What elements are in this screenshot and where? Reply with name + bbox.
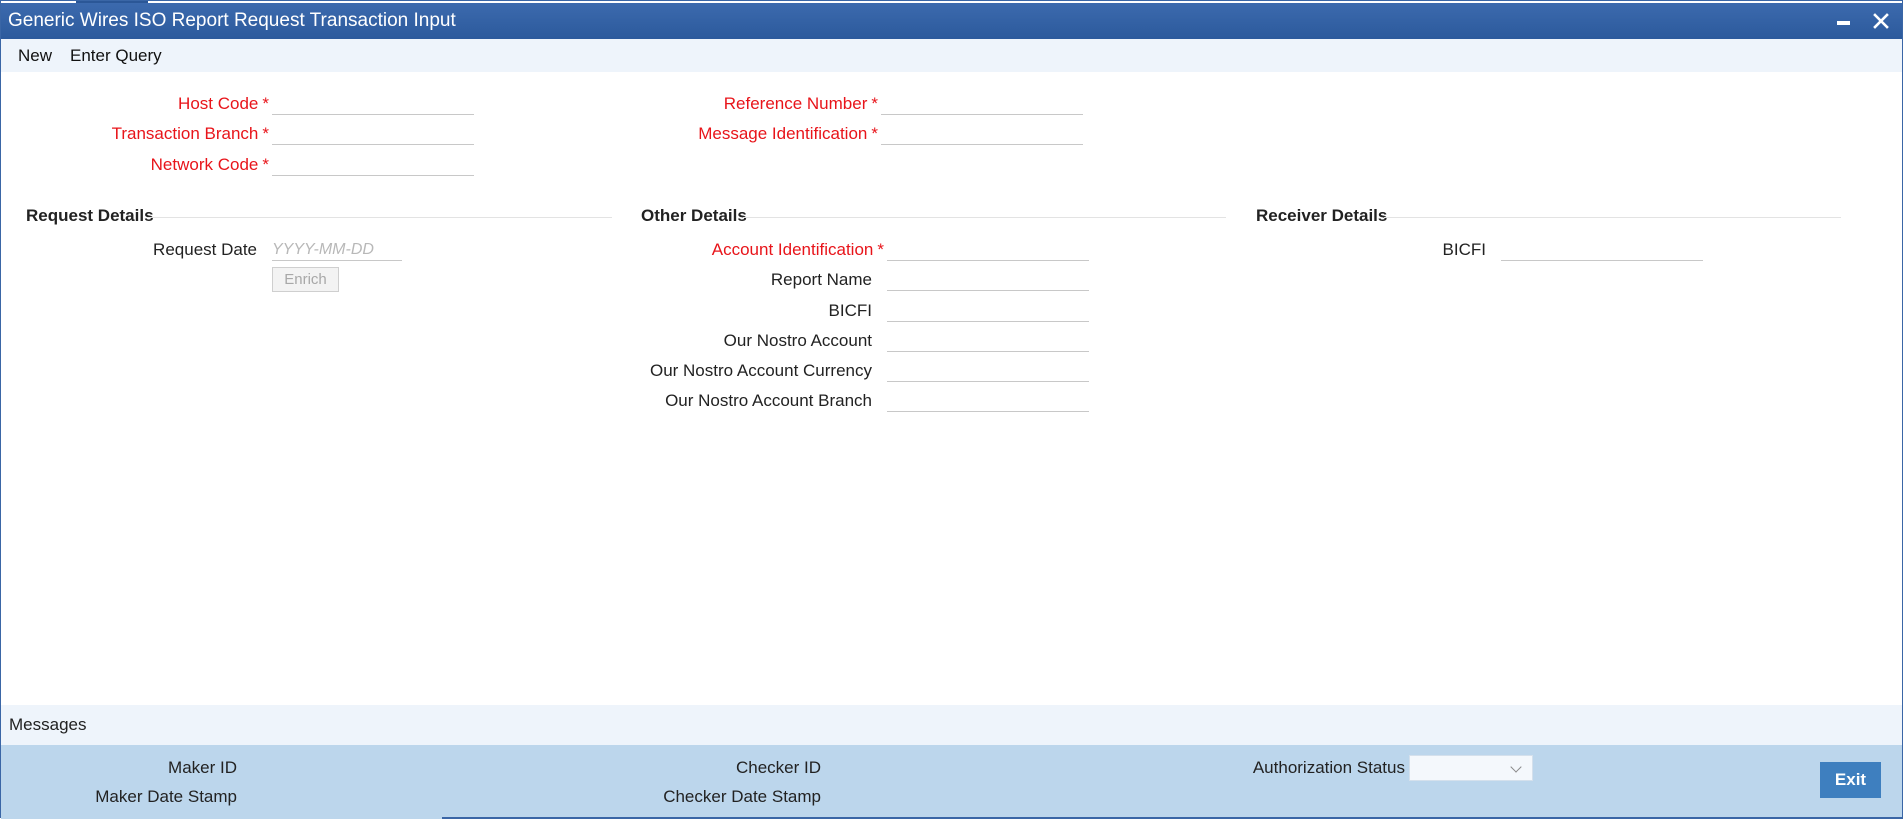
authorization-status-select[interactable] bbox=[1409, 755, 1533, 781]
reference-number-input[interactable] bbox=[881, 93, 1083, 115]
request-details-divider bbox=[148, 217, 612, 218]
authorization-status-label: Authorization Status bbox=[1252, 758, 1405, 777]
our-nostro-account-branch-label: Our Nostro Account Branch bbox=[665, 391, 872, 410]
checker-date-stamp-label: Checker Date Stamp bbox=[663, 787, 821, 806]
transaction-window: Generic Wires ISO Report Request Transac… bbox=[0, 0, 1903, 819]
chevron-down-icon bbox=[1510, 761, 1522, 773]
request-date-input[interactable] bbox=[272, 239, 402, 261]
messages-bar[interactable]: Messages bbox=[1, 705, 1902, 745]
message-identification-label: Message Identification * bbox=[698, 124, 878, 143]
account-identification-input[interactable] bbox=[887, 239, 1089, 261]
our-nostro-account-branch-input[interactable] bbox=[887, 390, 1089, 412]
request-date-label: Request Date bbox=[153, 240, 257, 259]
receiver-bicfi-input[interactable] bbox=[1501, 239, 1703, 261]
maker-date-stamp-label: Maker Date Stamp bbox=[95, 787, 237, 806]
checker-id-label: Checker ID bbox=[735, 758, 821, 777]
host-code-input[interactable] bbox=[272, 93, 474, 115]
account-identification-label: Account Identification * bbox=[711, 240, 884, 259]
other-details-divider bbox=[743, 217, 1226, 218]
our-nostro-account-label: Our Nostro Account bbox=[723, 331, 872, 350]
transaction-branch-label: Transaction Branch * bbox=[111, 124, 269, 143]
exit-button[interactable]: Exit bbox=[1820, 762, 1881, 798]
transaction-branch-input[interactable] bbox=[272, 123, 474, 145]
network-code-input[interactable] bbox=[272, 154, 474, 176]
our-nostro-account-input[interactable] bbox=[887, 330, 1089, 352]
other-bicfi-label: BICFI bbox=[828, 301, 872, 320]
reference-number-label: Reference Number * bbox=[723, 94, 878, 113]
our-nostro-account-currency-label: Our Nostro Account Currency bbox=[649, 361, 872, 380]
our-nostro-account-currency-input[interactable] bbox=[887, 360, 1089, 382]
menu-bar: New Enter Query bbox=[1, 39, 1902, 72]
maker-id-label: Maker ID bbox=[168, 758, 237, 777]
audit-footer: Maker ID Maker Date Stamp Checker ID Che… bbox=[1, 745, 1902, 819]
report-name-input[interactable] bbox=[887, 269, 1089, 291]
minimize-icon[interactable] bbox=[1830, 7, 1856, 35]
menu-new[interactable]: New bbox=[9, 46, 61, 66]
host-code-label: Host Code * bbox=[178, 94, 269, 113]
other-bicfi-input[interactable] bbox=[887, 300, 1089, 322]
bottom-border bbox=[442, 817, 1903, 819]
close-icon[interactable] bbox=[1868, 7, 1894, 35]
receiver-details-divider bbox=[1384, 217, 1841, 218]
window-title: Generic Wires ISO Report Request Transac… bbox=[8, 10, 456, 31]
request-details-title: Request Details bbox=[26, 206, 154, 225]
message-identification-input[interactable] bbox=[881, 123, 1083, 145]
menu-enter-query[interactable]: Enter Query bbox=[61, 46, 171, 66]
receiver-details-title: Receiver Details bbox=[1256, 206, 1388, 225]
report-name-label: Report Name bbox=[770, 270, 872, 289]
other-details-title: Other Details bbox=[641, 206, 747, 225]
receiver-bicfi-label: BICFI bbox=[1442, 240, 1486, 259]
title-bar: Generic Wires ISO Report Request Transac… bbox=[1, 3, 1902, 39]
window-controls bbox=[1830, 3, 1894, 39]
network-code-label: Network Code * bbox=[150, 155, 269, 174]
enrich-button[interactable]: Enrich bbox=[272, 267, 339, 292]
